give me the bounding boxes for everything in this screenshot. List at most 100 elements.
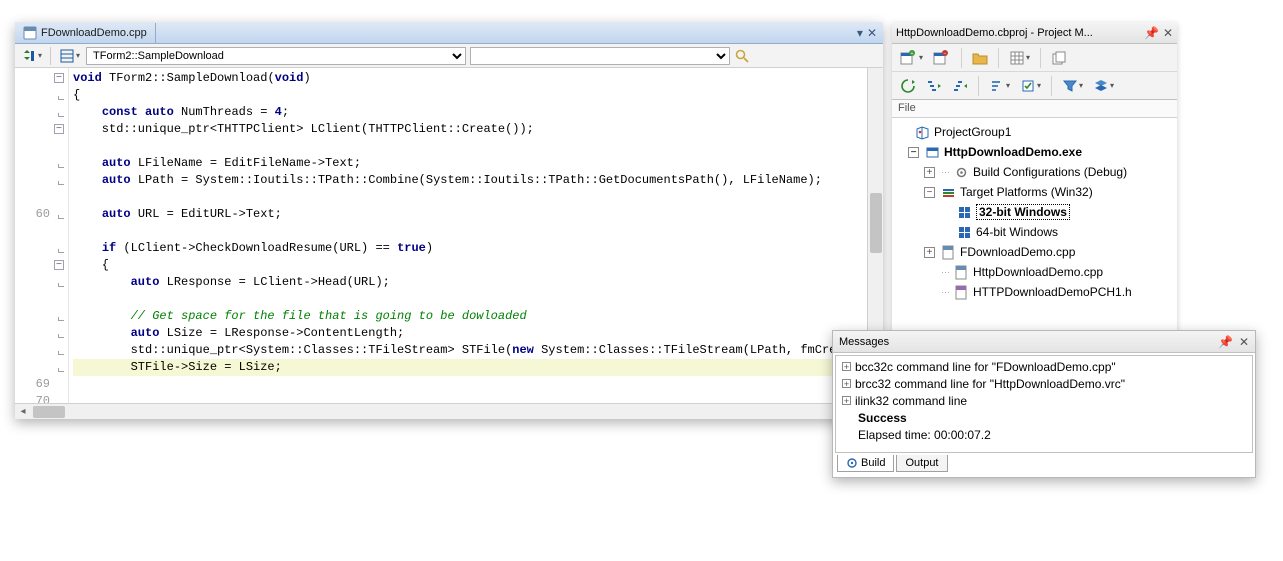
horizontal-scroll-thumb[interactable] — [33, 406, 65, 418]
gear-icon — [846, 457, 858, 469]
expand-icon[interactable]: + — [924, 247, 935, 258]
expand-icon[interactable]: + — [842, 396, 851, 405]
messages-titlebar: Messages 📌 ✕ — [833, 331, 1255, 353]
h-icon — [954, 285, 969, 300]
tree-item[interactable]: − HttpDownloadDemo.exe — [894, 142, 1175, 162]
fold-toggle[interactable]: − — [54, 124, 64, 134]
message-text: brcc32 command line for "HttpDownloadDem… — [855, 377, 1125, 391]
tree-item[interactable]: ProjectGroup1 — [894, 122, 1175, 142]
layers-button[interactable]: ▾ — [1091, 77, 1116, 95]
message-text: ilink32 command line — [855, 394, 967, 408]
file-sections-button[interactable]: ▾ — [57, 47, 82, 65]
configure-button[interactable]: ▾ — [1018, 77, 1043, 95]
history-dropdown-button[interactable]: ▾ — [19, 47, 44, 65]
message-row[interactable]: + brcc32 command line for "HttpDownloadDe… — [838, 375, 1250, 392]
expand-icon[interactable]: + — [842, 379, 851, 388]
tree-item-label: HttpDownloadDemo.cpp — [973, 265, 1103, 279]
view-folder-button[interactable] — [970, 49, 990, 67]
view-options-button[interactable]: ▾ — [1007, 49, 1032, 67]
messages-list[interactable]: + bcc32c command line for "FDownloadDemo.… — [835, 355, 1253, 453]
tree-item-label: 32-bit Windows — [976, 204, 1070, 220]
message-text: bcc32c command line for "FDownloadDemo.c… — [855, 360, 1116, 374]
sync-button[interactable] — [1049, 49, 1069, 67]
group-icon — [915, 125, 930, 140]
tree-item[interactable]: − Target Platforms (Win32) — [894, 182, 1175, 202]
messages-tabs: Build Output — [833, 455, 1255, 477]
expand-icon[interactable]: + — [924, 167, 935, 178]
vertical-scroll-thumb[interactable] — [870, 193, 882, 253]
pin-icon[interactable]: 📌 — [1144, 26, 1159, 40]
tree-item[interactable]: 64-bit Windows — [894, 222, 1175, 242]
svg-text:−: − — [944, 51, 947, 57]
messages-tab-build[interactable]: Build — [837, 455, 894, 472]
tree-item[interactable]: +⋯Build Configurations (Debug) — [894, 162, 1175, 182]
sort-button[interactable]: ▾ — [987, 77, 1012, 95]
add-project-button[interactable]: + ▾ — [898, 49, 925, 67]
messages-title: Messages — [839, 336, 1212, 348]
message-row[interactable]: Success — [838, 409, 1250, 426]
tree-item[interactable]: ⋯HTTPDownloadDemoPCH1.h — [894, 282, 1175, 302]
tree-item-label: FDownloadDemo.cpp — [960, 245, 1075, 259]
tree-item-label: ProjectGroup1 — [934, 125, 1011, 139]
message-row[interactable]: Elapsed time: 00:00:07.2 — [838, 426, 1250, 443]
refresh-button[interactable] — [898, 77, 918, 95]
messages-panel: Messages 📌 ✕ + bcc32c command line for "F… — [832, 330, 1256, 478]
tree-item[interactable]: 32-bit Windows — [894, 202, 1175, 222]
project-toolbar-row1: + ▾ − ▾ — [892, 44, 1177, 72]
scroll-left-arrow-icon[interactable]: ◂ — [15, 406, 31, 417]
collapse-selected-button[interactable] — [950, 77, 970, 95]
remove-project-button[interactable]: − — [931, 49, 953, 67]
tab-label: Output — [905, 457, 938, 469]
cpp-icon — [941, 245, 956, 260]
tree-item-label: 64-bit Windows — [976, 225, 1058, 239]
editor-toolbar: ▾ ▾ TForm2::SampleDownload — [15, 44, 883, 68]
expand-selected-button[interactable] — [924, 77, 944, 95]
expand-icon[interactable]: + — [842, 362, 851, 371]
project-manager-titlebar: HttpDownloadDemo.cbproj - Project M... 📌… — [892, 22, 1177, 44]
line-number-gutter: 606970−−− — [15, 68, 69, 403]
project-tree[interactable]: ProjectGroup1 − HttpDownloadDemo.exe +⋯Buil… — [892, 118, 1177, 336]
target-icon — [941, 185, 956, 200]
code-text-area[interactable]: void TForm2::SampleDownload(void){ const… — [69, 68, 883, 403]
cpp-icon — [954, 265, 969, 280]
tree-item-label: HttpDownloadDemo.exe — [944, 145, 1082, 159]
project-manager-panel: HttpDownloadDemo.cbproj - Project M... 📌… — [892, 22, 1177, 336]
editor-tab-bar: FDownloadDemo.cpp ▾ ✕ — [15, 22, 883, 44]
project-toolbar-row2: ▾ ▾ ▾ ▾ — [892, 72, 1177, 100]
tree-item[interactable]: ⋯HttpDownloadDemo.cpp — [894, 262, 1175, 282]
editor-tab-label: FDownloadDemo.cpp — [41, 27, 147, 39]
pin-icon[interactable]: 📌 — [1218, 335, 1233, 349]
tab-close-icon[interactable]: ✕ — [867, 26, 877, 40]
close-icon[interactable]: ✕ — [1163, 26, 1173, 40]
collapse-icon[interactable]: − — [924, 187, 935, 198]
close-icon[interactable]: ✕ — [1239, 335, 1249, 349]
win-icon — [957, 205, 972, 220]
fold-toggle[interactable]: − — [54, 73, 64, 83]
search-icon[interactable] — [734, 48, 750, 64]
project-manager-title: HttpDownloadDemo.cbproj - Project M... — [896, 27, 1140, 39]
tab-dropdown-icon[interactable]: ▾ — [857, 26, 863, 40]
cpp-file-icon — [23, 26, 37, 40]
tree-item[interactable]: + FDownloadDemo.cpp — [894, 242, 1175, 262]
tree-item-label: Target Platforms (Win32) — [960, 185, 1093, 199]
horizontal-scrollbar[interactable]: ◂ ▸ — [15, 403, 883, 419]
tree-item-label: Build Configurations (Debug) — [973, 165, 1127, 179]
tab-label: Build — [861, 457, 885, 469]
win-icon — [957, 225, 972, 240]
svg-text:+: + — [911, 51, 914, 57]
project-tree-heading: File — [892, 100, 1177, 118]
code-editor-panel: FDownloadDemo.cpp ▾ ✕ ▾ ▾ TForm2::Sample… — [15, 22, 883, 419]
message-row[interactable]: + bcc32c command line for "FDownloadDemo.… — [838, 358, 1250, 375]
editor-body: 606970−−− void TForm2::SampleDownload(vo… — [15, 68, 883, 403]
exe-icon — [925, 145, 940, 160]
messages-tab-output[interactable]: Output — [896, 455, 947, 472]
collapse-icon[interactable]: − — [908, 147, 919, 158]
navigation-combo-secondary[interactable] — [470, 47, 730, 65]
editor-tab-fdownloaddemo[interactable]: FDownloadDemo.cpp — [15, 23, 156, 43]
tree-item-label: HTTPDownloadDemoPCH1.h — [973, 285, 1132, 299]
message-row[interactable]: + ilink32 command line — [838, 392, 1250, 409]
fold-toggle[interactable]: − — [54, 260, 64, 270]
navigation-combo[interactable]: TForm2::SampleDownload — [86, 47, 466, 65]
message-text: Elapsed time: 00:00:07.2 — [858, 428, 991, 442]
filter-button[interactable]: ▾ — [1060, 77, 1085, 95]
